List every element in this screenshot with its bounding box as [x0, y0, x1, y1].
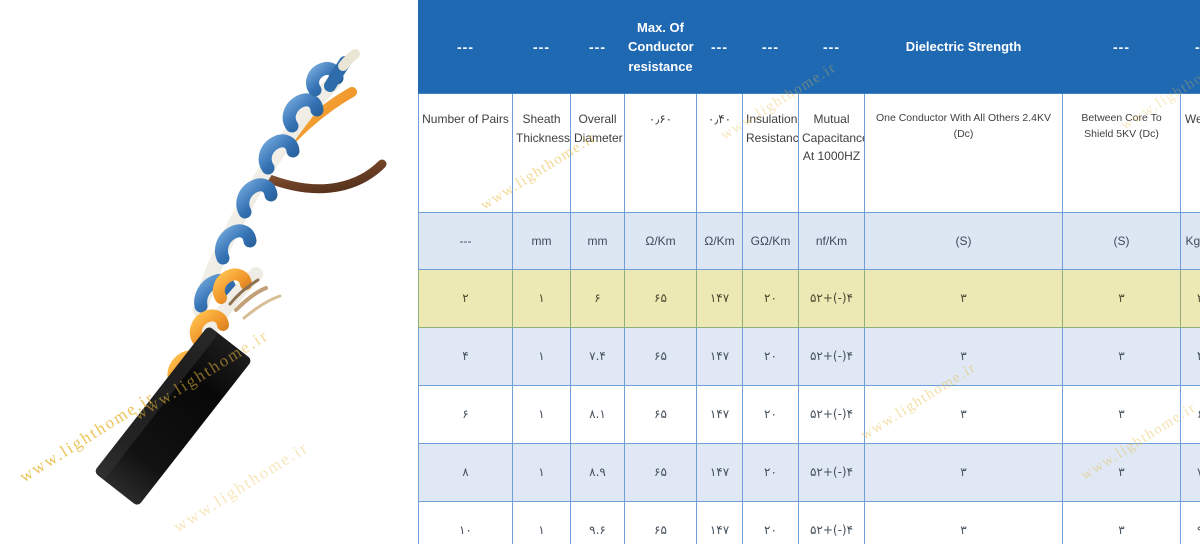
band-cell-6: ---: [798, 0, 865, 94]
cable-illustration: [0, 0, 418, 544]
table-row[interactable]: ۴ ۱ ۷.۴ ۶۵ ۱۴۷ ۲۰ ۵۲+(-)۴ ۳ ۳ ۴۸: [418, 327, 1200, 386]
cell-res-040: ۱۴۷: [696, 443, 743, 502]
band-cell-dielectric-strength: Dielectric Strength: [864, 0, 1063, 94]
cell-insulation-resistance: ۲۰: [742, 327, 799, 386]
col-title-insulation-resistance: Insulation Resistance: [742, 93, 799, 213]
col-title-sheath-thickness: Sheath Thickness: [512, 93, 571, 213]
cell-weight: ۳۰: [1180, 269, 1200, 328]
cell-pairs: ۸: [418, 443, 513, 502]
cell-dielectric-conductor: ۳: [864, 327, 1063, 386]
cell-overall-diameter: ۶: [570, 269, 625, 328]
cell-res-040: ۱۴۷: [696, 327, 743, 386]
cell-dielectric-conductor: ۳: [864, 443, 1063, 502]
cell-weight: ۴۸: [1180, 327, 1200, 386]
cable-specification-table: --- --- --- Max. Of Conductor resistance…: [418, 0, 1200, 544]
table-title-row: Number of Pairs Sheath Thickness Overall…: [418, 93, 1200, 213]
specification-table-pane: www.lighthome.ir www.lighthome.ir www.li…: [418, 0, 1200, 544]
col-title-mutual-capacitance: Mutual Capacitance At 1000HZ: [798, 93, 865, 213]
cell-mutual-capacitance: ۵۲+(-)۴: [798, 327, 865, 386]
cell-res-060: ۶۵: [624, 327, 697, 386]
cell-dielectric-conductor: ۳: [864, 269, 1063, 328]
cell-sheath-thickness: ۱: [512, 501, 571, 544]
cell-pairs: ۱۰: [418, 501, 513, 544]
cell-dielectric-shield: ۳: [1062, 327, 1181, 386]
cell-insulation-resistance: ۲۰: [742, 385, 799, 444]
cell-sheath-thickness: ۱: [512, 385, 571, 444]
cell-pairs: ۴: [418, 327, 513, 386]
unit-mutual-capacitance: nf/Km: [798, 212, 865, 270]
table-row[interactable]: ۶ ۱ ۸.۱ ۶۵ ۱۴۷ ۲۰ ۵۲+(-)۴ ۳ ۳ ۶۲: [418, 385, 1200, 444]
cell-dielectric-conductor: ۳: [864, 501, 1063, 544]
cell-sheath-thickness: ۱: [512, 327, 571, 386]
unit-sheath-thickness: mm: [512, 212, 571, 270]
cell-pairs: ۶: [418, 385, 513, 444]
cell-res-060: ۶۵: [624, 269, 697, 328]
cell-res-060: ۶۵: [624, 443, 697, 502]
cell-res-040: ۱۴۷: [696, 269, 743, 328]
cell-mutual-capacitance: ۵۲+(-)۴: [798, 385, 865, 444]
cell-pairs: ۲: [418, 269, 513, 328]
cell-dielectric-shield: ۳: [1062, 501, 1181, 544]
cell-insulation-resistance: ۲۰: [742, 501, 799, 544]
unit-one-conductor-with-all-others: (S): [864, 212, 1063, 270]
table-row[interactable]: ۲ ۱ ۶ ۶۵ ۱۴۷ ۲۰ ۵۲+(-)۴ ۳ ۳ ۳۰: [418, 269, 1200, 328]
cell-insulation-resistance: ۲۰: [742, 443, 799, 502]
col-title-overall-diameter: Overall Diameter: [570, 93, 625, 213]
table-unit-row: --- mm mm Ω/Km Ω/Km GΩ/Km nf/Km (S) (S) …: [418, 212, 1200, 270]
unit-insulation-resistance: GΩ/Km: [742, 212, 799, 270]
band-cell-max-conductor-resistance: Max. Of Conductor resistance: [624, 0, 697, 94]
cell-weight: ۷۷: [1180, 443, 1200, 502]
cell-insulation-resistance: ۲۰: [742, 269, 799, 328]
cell-overall-diameter: ۹.۶: [570, 501, 625, 544]
band-cell-0: ---: [418, 0, 513, 94]
cell-res-040: ۱۴۷: [696, 501, 743, 544]
band-cell-9: ---: [1180, 0, 1200, 94]
cell-dielectric-conductor: ۳: [864, 385, 1063, 444]
unit-weight: Kg/Km: [1180, 212, 1200, 270]
cell-sheath-thickness: ۱: [512, 443, 571, 502]
page-root: www.lighthome.ir www.lighthome.ir www.li…: [0, 0, 1200, 544]
cell-weight: ۹۳: [1180, 501, 1200, 544]
cell-mutual-capacitance: ۵۲+(-)۴: [798, 443, 865, 502]
table-row[interactable]: ۸ ۱ ۸.۹ ۶۵ ۱۴۷ ۲۰ ۵۲+(-)۴ ۳ ۳ ۷۷: [418, 443, 1200, 502]
cell-dielectric-shield: ۳: [1062, 269, 1181, 328]
table-band-row: --- --- --- Max. Of Conductor resistance…: [418, 0, 1200, 94]
unit-conductor-040: Ω/Km: [696, 212, 743, 270]
unit-between-core-to-shield: (S): [1062, 212, 1181, 270]
cell-res-040: ۱۴۷: [696, 385, 743, 444]
cell-res-060: ۶۵: [624, 501, 697, 544]
product-photo: www.lighthome.ir www.lighthome.ir www.li…: [0, 0, 418, 544]
band-cell-5: ---: [742, 0, 799, 94]
col-title-weight: Weight: [1180, 93, 1200, 213]
cell-res-060: ۶۵: [624, 385, 697, 444]
cell-mutual-capacitance: ۵۲+(-)۴: [798, 501, 865, 544]
col-title-number-of-pairs: Number of Pairs: [418, 93, 513, 213]
cell-dielectric-shield: ۳: [1062, 443, 1181, 502]
col-title-between-core-to-shield: Between Core To Shield 5KV (Dc): [1062, 93, 1181, 213]
unit-number-of-pairs: ---: [418, 212, 513, 270]
unit-overall-diameter: mm: [570, 212, 625, 270]
cell-mutual-capacitance: ۵۲+(-)۴: [798, 269, 865, 328]
band-cell-1: ---: [512, 0, 571, 94]
col-title-one-conductor-with-all-others: One Conductor With All Others 2.4KV (Dc): [864, 93, 1063, 213]
table-row[interactable]: ۱۰ ۱ ۹.۶ ۶۵ ۱۴۷ ۲۰ ۵۲+(-)۴ ۳ ۳ ۹۳: [418, 501, 1200, 544]
cell-overall-diameter: ۸.۱: [570, 385, 625, 444]
band-cell-2: ---: [570, 0, 625, 94]
cell-dielectric-shield: ۳: [1062, 385, 1181, 444]
cell-sheath-thickness: ۱: [512, 269, 571, 328]
band-cell-4: ---: [696, 0, 743, 94]
cell-weight: ۶۲: [1180, 385, 1200, 444]
col-title-conductor-040: ۰٫۴۰: [696, 93, 743, 213]
cell-overall-diameter: ۸.۹: [570, 443, 625, 502]
band-cell-8: ---: [1062, 0, 1181, 94]
cell-overall-diameter: ۷.۴: [570, 327, 625, 386]
unit-conductor-060: Ω/Km: [624, 212, 697, 270]
col-title-conductor-060: ۰٫۶۰: [624, 93, 697, 213]
